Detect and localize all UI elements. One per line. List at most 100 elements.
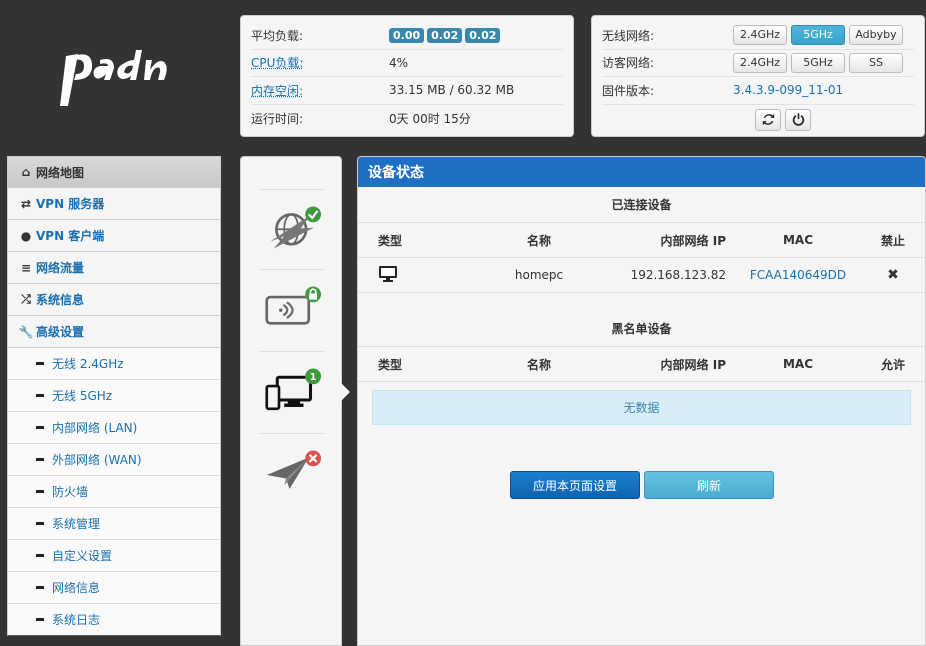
paper-plane-icon bbox=[266, 457, 309, 489]
power-icon bbox=[792, 113, 804, 126]
column-allow: 允许 bbox=[880, 357, 905, 372]
guest-row: 访客网络: 2.4GHz 5GHz SS bbox=[602, 50, 914, 77]
column-block: 禁止 bbox=[880, 233, 905, 248]
sidebar-item-label: VPN 客户端 bbox=[36, 229, 105, 243]
clients-status-button[interactable]: 1 bbox=[265, 365, 321, 421]
cpu-row: CPU负载: 4% bbox=[251, 50, 563, 77]
wifi-2g-button[interactable]: 2.4GHz bbox=[733, 25, 787, 46]
reboot-button[interactable] bbox=[755, 108, 781, 131]
wifi-row: 无线网络: 2.4GHz 5GHz Adbyby bbox=[602, 22, 914, 50]
desktop-icon bbox=[379, 265, 397, 282]
sidebar-subitem-label: 内部网络 (LAN) bbox=[52, 421, 138, 435]
guest-5g-button[interactable]: 5GHz bbox=[791, 52, 845, 73]
sidebar-item-vpn-client[interactable]: ● VPN 客户端 bbox=[7, 220, 221, 252]
sidebar-nav: ⌂ 网络地图 ⇄ VPN 服务器 ● VPN 客户端 ≡ 网络流量 ⤮ 系统信息… bbox=[7, 156, 221, 636]
random-icon: ⤮ bbox=[21, 292, 31, 306]
sidebar-item-system-info[interactable]: ⤮ 系统信息 bbox=[7, 284, 221, 316]
firmware-version-link[interactable]: 3.4.3.9-099_11-01 bbox=[733, 83, 843, 97]
sidebar-item-label: 系统信息 bbox=[36, 293, 85, 307]
device-ip: 192.168.123.82 bbox=[630, 268, 726, 282]
column-ip: 内部网络 IP bbox=[660, 357, 726, 372]
internet-status-button[interactable] bbox=[265, 203, 321, 259]
guest-label: 访客网络: bbox=[602, 56, 655, 71]
sidebar-subitem-lan[interactable]: 内部网络 (LAN) bbox=[7, 412, 221, 444]
shutdown-button[interactable] bbox=[785, 108, 811, 131]
memory-row: 内存空闲: 33.15 MB / 60.32 MB bbox=[251, 77, 563, 105]
uptime-label: 运行时间: bbox=[251, 111, 304, 126]
sidebar-subitem-label: 无线 5GHz bbox=[52, 389, 113, 403]
sidebar-item-label: 网络流量 bbox=[36, 261, 85, 275]
sidebar-item-advanced[interactable]: 🔧 高级设置 bbox=[7, 316, 221, 348]
divider bbox=[259, 433, 325, 434]
sidebar-subitem-custom[interactable]: 自定义设置 bbox=[7, 540, 221, 572]
panel-title: 设备状态 bbox=[358, 157, 925, 187]
minus-icon bbox=[36, 618, 44, 621]
sidebar-subitem-label: 防火墙 bbox=[52, 485, 89, 499]
sidebar-subitem-syslog[interactable]: 系统日志 bbox=[7, 604, 221, 636]
wifi-5g-button[interactable]: 5GHz bbox=[791, 25, 845, 46]
minus-icon bbox=[36, 490, 44, 493]
wifi-label: 无线网络: bbox=[602, 28, 655, 43]
load-5min-badge: 0.02 bbox=[427, 27, 463, 43]
sidebar-item-label: 高级设置 bbox=[36, 325, 85, 339]
sidebar-item-network-map[interactable]: ⌂ 网络地图 bbox=[7, 156, 221, 188]
apply-settings-button[interactable]: 应用本页面设置 bbox=[510, 471, 640, 499]
uptime-value: 0天 00时 15分 bbox=[389, 111, 471, 126]
sidebar-subitem-netinfo[interactable]: 网络信息 bbox=[7, 572, 221, 604]
cpu-load-link[interactable]: CPU负载: bbox=[251, 54, 389, 71]
usb-status-button[interactable] bbox=[265, 447, 321, 503]
tablet-wifi-icon bbox=[265, 295, 311, 325]
retweet-icon: ⇄ bbox=[20, 196, 32, 211]
list-icon: ≡ bbox=[20, 260, 32, 275]
connected-devices-title: 已连接设备 bbox=[358, 187, 925, 223]
column-name: 名称 bbox=[526, 233, 551, 248]
cpu-load-value: 4% bbox=[389, 55, 409, 70]
load-label: 平均负载: bbox=[251, 28, 304, 43]
firmware-label: 固件版本: bbox=[602, 83, 655, 98]
column-mac: MAC bbox=[782, 233, 814, 247]
column-type: 类型 bbox=[378, 233, 403, 248]
column-mac: MAC bbox=[782, 357, 814, 371]
divider bbox=[259, 189, 325, 190]
network-map-column: 1 bbox=[240, 156, 342, 646]
ss-button[interactable]: SS bbox=[849, 52, 903, 73]
wireless-status-button[interactable] bbox=[265, 283, 321, 339]
selection-arrow bbox=[340, 382, 350, 402]
devices-icon bbox=[265, 375, 313, 411]
sidebar-subitem-label: 自定义设置 bbox=[52, 549, 113, 563]
minus-icon bbox=[36, 426, 44, 429]
error-circle-icon bbox=[305, 450, 321, 467]
uptime-row: 运行时间: 0天 00时 15分 bbox=[251, 105, 563, 133]
memory-free-link[interactable]: 内存空闲: bbox=[251, 82, 389, 99]
wireless-status-card: 无线网络: 2.4GHz 5GHz Adbyby 访客网络: 2.4GHz 5G… bbox=[591, 15, 925, 137]
minus-icon bbox=[36, 554, 44, 557]
device-type-cell bbox=[358, 265, 424, 286]
sidebar-subitem-wifi-5g[interactable]: 无线 5GHz bbox=[7, 380, 221, 412]
minus-icon bbox=[36, 586, 44, 589]
firmware-row: 固件版本: 3.4.3.9-099_11-01 bbox=[602, 77, 914, 105]
sidebar-subitem-firewall[interactable]: 防火墙 bbox=[7, 476, 221, 508]
device-count-badge: 1 bbox=[305, 368, 321, 385]
sidebar-item-label: VPN 服务器 bbox=[36, 197, 105, 211]
block-device-button[interactable]: ✖ bbox=[868, 267, 918, 283]
adbyby-button[interactable]: Adbyby bbox=[849, 25, 903, 46]
blacklist-devices-title: 黑名单设备 bbox=[358, 311, 925, 347]
sidebar-subitem-label: 系统日志 bbox=[52, 613, 101, 627]
system-actions bbox=[602, 105, 914, 131]
sidebar-subitem-admin[interactable]: 系统管理 bbox=[7, 508, 221, 540]
refresh-button[interactable]: 刷新 bbox=[644, 471, 774, 499]
column-ip: 内部网络 IP bbox=[660, 233, 726, 248]
load-1min-badge: 0.00 bbox=[389, 27, 425, 43]
device-mac-link[interactable]: FCAA140649DD bbox=[728, 268, 868, 282]
column-name: 名称 bbox=[526, 357, 551, 372]
divider bbox=[259, 269, 325, 270]
panel-actions: 应用本页面设置 刷新 bbox=[510, 471, 774, 499]
sidebar-subitem-wifi-2g[interactable]: 无线 2.4GHz bbox=[7, 348, 221, 380]
guest-2g-button[interactable]: 2.4GHz bbox=[733, 52, 787, 73]
minus-icon bbox=[36, 394, 44, 397]
sidebar-subitem-wan[interactable]: 外部网络 (WAN) bbox=[7, 444, 221, 476]
blacklist-table-header: 类型 名称 内部网络 IP MAC 允许 bbox=[358, 347, 925, 382]
sidebar-item-traffic[interactable]: ≡ 网络流量 bbox=[7, 252, 221, 284]
sidebar-item-vpn-server[interactable]: ⇄ VPN 服务器 bbox=[7, 188, 221, 220]
table-row: homepc 192.168.123.82 FCAA140649DD ✖ bbox=[358, 258, 925, 293]
